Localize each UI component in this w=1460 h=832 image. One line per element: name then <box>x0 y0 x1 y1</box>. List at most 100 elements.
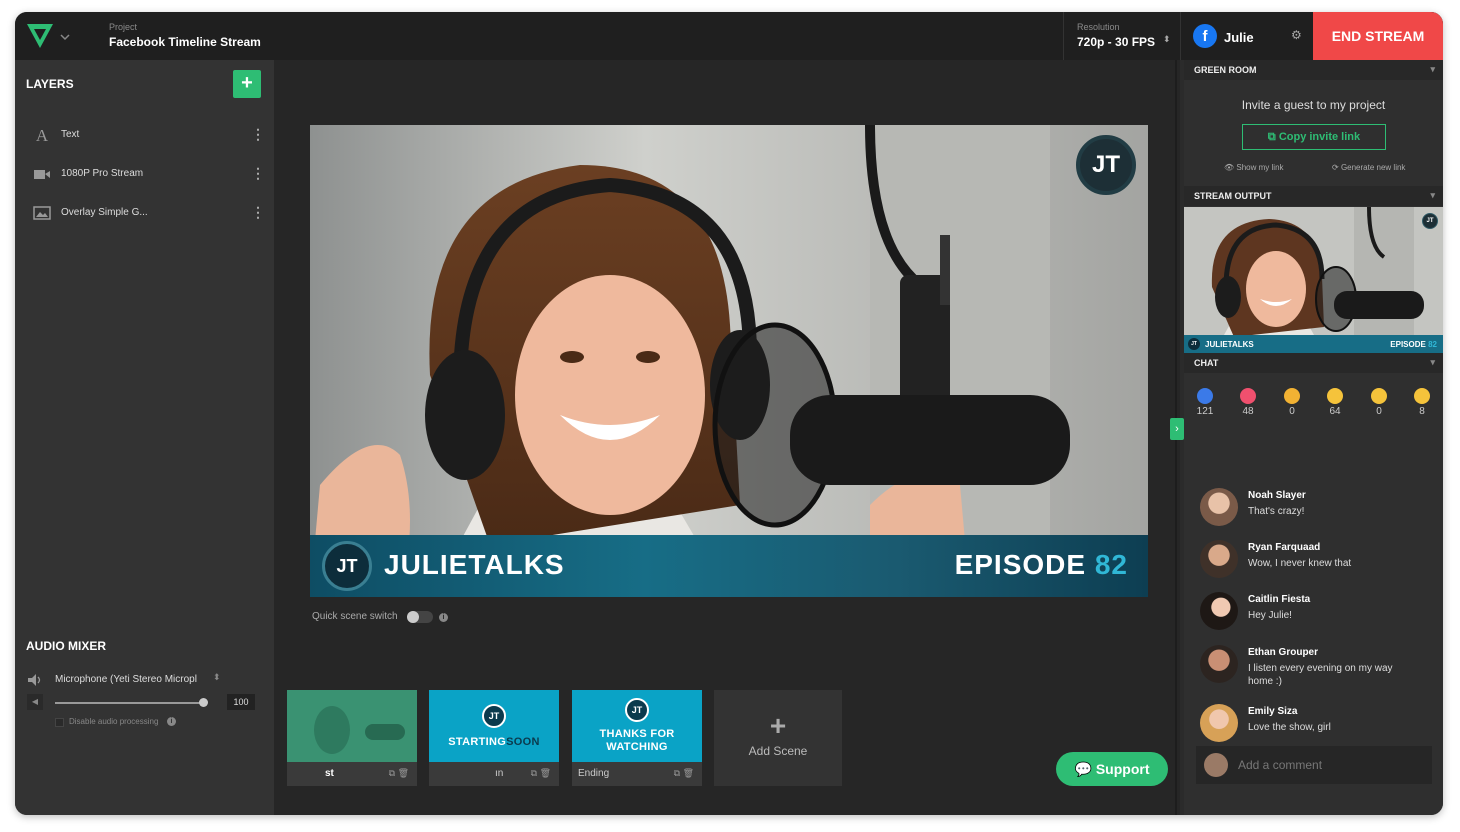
laugh-icon <box>1327 388 1343 404</box>
live-preview[interactable]: JT JT JULIETALKS EPISODE 82 <box>310 125 1148 597</box>
updown-arrows-icon[interactable]: ⬍ <box>1163 34 1171 45</box>
more-options-icon[interactable]: ⋮ <box>251 126 265 143</box>
avatar[interactable] <box>1200 645 1238 683</box>
reaction-love[interactable]: 48 <box>1233 388 1263 417</box>
scene-card[interactable]: st ⧉ 🗑 <box>287 690 417 786</box>
episode-label: EPISODE 82 <box>1390 340 1437 349</box>
chat-text: Hey Julie! <box>1248 610 1292 621</box>
reaction-sad[interactable]: 0 <box>1364 388 1394 417</box>
divider <box>1063 12 1064 60</box>
invite-text: Invite a guest to my project <box>1241 98 1386 112</box>
show-title: JULIETALKS <box>384 549 565 580</box>
disable-audio-checkbox[interactable] <box>55 718 64 727</box>
chat-author[interactable]: Caitlin Fiesta <box>1248 594 1310 605</box>
chevron-right-icon[interactable]: › <box>1170 418 1184 440</box>
camera-icon <box>34 170 50 179</box>
chat-author[interactable]: Emily Siza <box>1248 706 1297 717</box>
chat-bubble-icon: 💬 <box>1074 761 1092 777</box>
avatar[interactable] <box>1200 704 1238 742</box>
app-logo-icon[interactable] <box>25 22 71 52</box>
eye-icon: 👁 <box>1224 163 1235 172</box>
generate-new-link[interactable]: ⟳ Generate new link <box>1332 163 1405 172</box>
reaction-wow[interactable]: 8 <box>1407 388 1437 417</box>
layers-title: LAYERS <box>26 77 74 91</box>
updown-arrows-icon[interactable]: ⬍ <box>213 672 221 683</box>
chat-author[interactable]: Ryan Farquaad <box>1248 542 1320 553</box>
scene-card[interactable]: JT THANKS FOR WATCHING Ending ⧉ 🗑 <box>572 690 702 786</box>
host-photo <box>310 125 1148 597</box>
show-my-link[interactable]: 👁 Show my link <box>1224 163 1284 172</box>
duplicate-delete-icons[interactable]: ⧉ 🗑 <box>674 768 694 779</box>
duplicate-delete-icons[interactable]: ⧉ 🗑 <box>389 768 409 779</box>
duplicate-delete-icons[interactable]: ⧉ 🗑 <box>531 768 551 779</box>
volume-slider[interactable] <box>55 698 208 707</box>
chat-author[interactable]: Ethan Grouper <box>1248 647 1318 658</box>
copy-icon: ⧉ <box>1267 131 1276 143</box>
more-options-icon[interactable]: ⋮ <box>251 165 265 182</box>
end-stream-button[interactable]: END STREAM <box>1313 12 1443 60</box>
audio-device-name[interactable]: Microphone (Yeti Stereo Micropl <box>55 674 205 685</box>
info-icon[interactable]: i <box>439 613 448 622</box>
right-panel: GREEN ROOM ▾ Invite a guest to my projec… <box>1184 60 1443 815</box>
jt-logo: JT <box>1188 338 1200 350</box>
scene-thumb-text: THANKS FOR WATCHING <box>599 728 675 753</box>
stream-output-header[interactable]: STREAM OUTPUT ▾ <box>1184 186 1443 206</box>
user-name[interactable]: Julie <box>1224 30 1254 45</box>
scene-bar: Ending ⧉ 🗑 <box>572 762 702 786</box>
comment-box[interactable]: Add a comment <box>1196 746 1432 784</box>
chat-header[interactable]: CHAT ▾ <box>1184 353 1443 373</box>
sad-icon <box>1371 388 1387 404</box>
layer-label: 1080P Pro Stream <box>61 168 144 179</box>
layer-item-text[interactable]: A Text ⋮ <box>15 120 274 150</box>
layer-item-overlay[interactable]: Overlay Simple G... ⋮ <box>15 198 274 228</box>
jt-badge: JT <box>1422 213 1438 229</box>
layer-item-stream[interactable]: 1080P Pro Stream ⋮ <box>15 159 274 189</box>
add-scene-button[interactable]: + Add Scene <box>714 690 842 786</box>
chat-text: That's crazy! <box>1248 506 1305 517</box>
more-options-icon[interactable]: ⋮ <box>251 204 265 221</box>
left-panel: LAYERS + A Text ⋮ 1080P Pro Stream ⋮ Ove… <box>15 60 274 815</box>
comment-input[interactable]: Add a comment <box>1238 758 1322 772</box>
gear-icon[interactable]: ⚙ <box>1291 28 1302 42</box>
reaction-count: 8 <box>1419 406 1425 417</box>
reaction-laugh[interactable]: 64 <box>1320 388 1350 417</box>
resolution-value[interactable]: 720p - 30 FPS <box>1077 35 1155 49</box>
avatar[interactable] <box>1200 592 1238 630</box>
streaming-app-window: Project Facebook Timeline Stream Resolut… <box>15 12 1443 815</box>
chevron-down-icon[interactable]: ▾ <box>1430 190 1435 201</box>
show-title: JULIETALKS <box>1205 340 1254 349</box>
scene-card[interactable]: JT STARTINGSOON ın ⧉ 🗑 <box>429 690 559 786</box>
disable-audio-label: Disable audio processing <box>69 717 159 726</box>
quick-scene-switch-toggle[interactable] <box>407 611 433 623</box>
scene-name[interactable]: st <box>325 768 334 779</box>
green-room-header[interactable]: GREEN ROOM ▾ <box>1184 60 1443 80</box>
resolution-select[interactable]: Resolution 720p - 30 FPS <box>1077 22 1155 49</box>
scene-thumbnail <box>287 690 417 762</box>
volume-slider-knob[interactable] <box>199 698 208 707</box>
add-layer-button[interactable]: + <box>233 70 261 98</box>
reaction-like[interactable]: 121 <box>1190 388 1220 417</box>
support-button[interactable]: 💬 Support <box>1056 752 1168 786</box>
scene-name[interactable]: ın <box>495 768 503 779</box>
reaction-count: 48 <box>1242 406 1254 417</box>
avatar[interactable] <box>1200 488 1238 526</box>
plus-icon: + <box>769 710 787 741</box>
mute-icon[interactable]: ◀ <box>27 694 43 710</box>
copy-invite-link-button[interactable]: ⧉ Copy invite link <box>1242 124 1386 150</box>
reaction-count: 121 <box>1196 406 1214 417</box>
project-name[interactable]: Facebook Timeline Stream <box>109 35 261 49</box>
scene-name[interactable]: Ending <box>578 768 609 779</box>
stream-output-preview: JT JT JULIETALKS EPISODE 82 <box>1184 207 1443 353</box>
chevron-down-icon[interactable]: ▾ <box>1430 64 1435 75</box>
volume-value[interactable]: 100 <box>227 694 255 710</box>
avatar[interactable] <box>1200 540 1238 578</box>
project-info: Project Facebook Timeline Stream <box>109 22 261 49</box>
info-icon[interactable]: i <box>167 717 176 726</box>
speaker-icon[interactable] <box>27 673 43 687</box>
reaction-haha[interactable]: 0 <box>1277 388 1307 417</box>
chevron-down-icon[interactable]: ▾ <box>1430 357 1435 368</box>
reaction-count: 0 <box>1289 406 1295 417</box>
volume-slider-fill <box>55 702 203 704</box>
chat-author[interactable]: Noah Slayer <box>1248 490 1306 501</box>
reaction-count: 64 <box>1329 406 1341 417</box>
